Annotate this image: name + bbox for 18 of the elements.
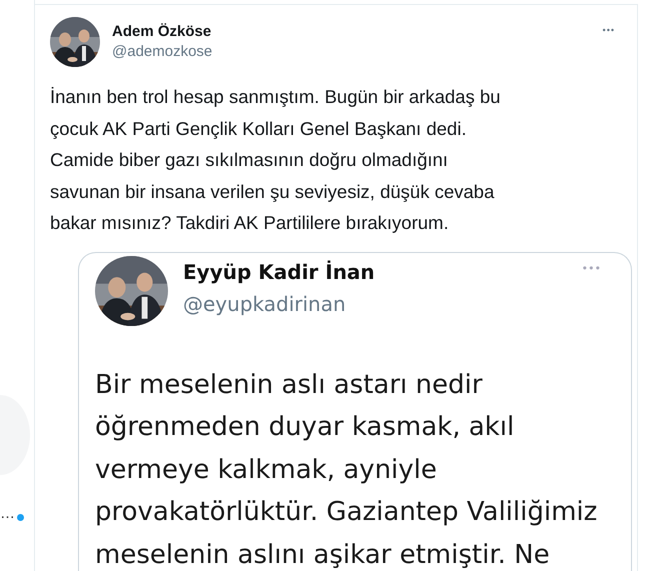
author-handle[interactable]: @ademozkose	[112, 43, 212, 60]
screenshot-text-line: öğrenmeden duyar kasmak, akıl	[95, 411, 516, 444]
tweet-text-line: çocuk AK Parti Gençlik Kolları Genel Başkanı dedi.	[50, 116, 468, 141]
more-button[interactable]: •••	[602, 25, 615, 35]
screenshot-text-line: Bir meselenin aslı astarı nedir	[95, 368, 484, 402]
tweet-text-line: İnanın ben trol hesap sanmıştım. Bugün bir arkadaş bu	[50, 85, 502, 109]
author-name: Eyyüp Kadir İnan	[183, 260, 375, 284]
screenshot-text-line: meselenin aslını aşikar etmiştir. Ne	[95, 538, 551, 571]
ellipsis-text: …	[0, 505, 15, 522]
tweet-text-line: bakar mısınız? Takdiri AK Partililere bırakıyorum.	[50, 211, 450, 235]
more-icon: •••	[582, 262, 601, 274]
author-handle: @eyupkadirinan	[183, 292, 347, 316]
tweet-text-line: Camide biber gazı sıkılmasının doğru olmadığını	[50, 148, 449, 172]
screenshot-text-line: provakatörlüktür. Gaziantep Valiliğimiz	[95, 496, 598, 529]
screenshot-text-line: vermeye kalkmak, ayniyle	[95, 454, 438, 486]
author-name[interactable]: Adem Özköse	[112, 23, 212, 40]
tweet-text-line: savunan bir insana verilen şu seviyesiz, düşük cevaba	[50, 180, 496, 204]
unread-dot-icon	[17, 514, 24, 521]
